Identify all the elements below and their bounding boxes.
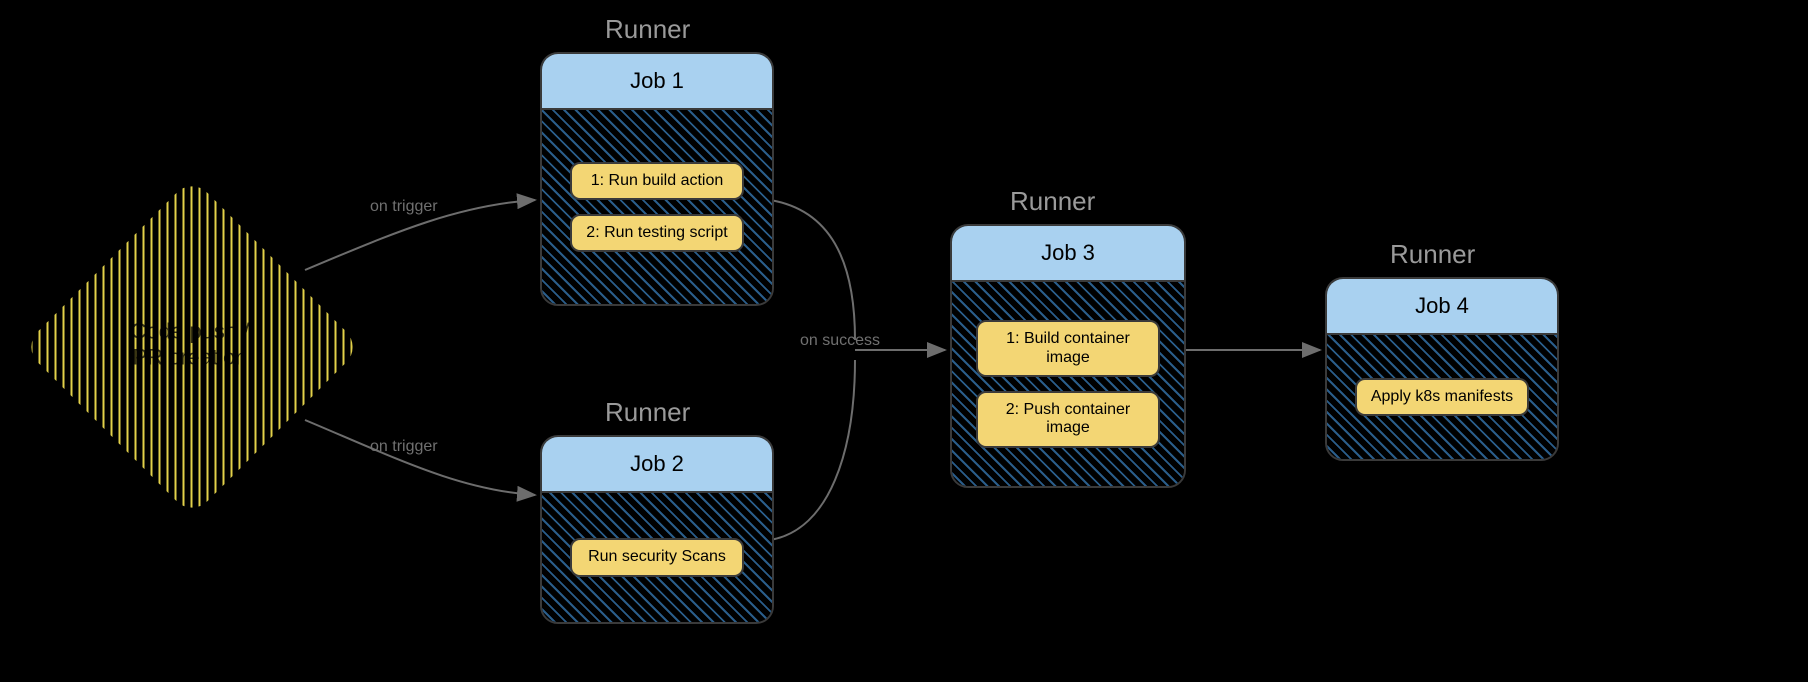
job1-step-2: 2: Run testing script — [570, 214, 744, 252]
job1-title: Job 1 — [542, 54, 772, 110]
job3-title: Job 3 — [952, 226, 1184, 282]
edge-label-trigger-job1: on trigger — [370, 198, 438, 216]
job2-step-1: Run security Scans — [570, 538, 744, 576]
job3-step-2: 2: Push container image — [976, 391, 1160, 448]
job4-title: Job 4 — [1327, 279, 1557, 335]
runner-label-job4: Runner — [1390, 239, 1475, 270]
runner-label-job3: Runner — [1010, 186, 1095, 217]
runner-label-job2: Runner — [605, 397, 690, 428]
job2-card: Job 2 Run security Scans — [540, 435, 774, 624]
edge-label-on-success: on success — [800, 332, 880, 350]
job1-card: Job 1 1: Run build action 2: Run testing… — [540, 52, 774, 306]
edge-label-trigger-job2: on trigger — [370, 438, 438, 456]
job4-step-1: Apply k8s manifests — [1355, 378, 1529, 416]
runner-label-job1: Runner — [605, 14, 690, 45]
job1-body: 1: Run build action 2: Run testing scrip… — [542, 110, 772, 304]
job1-step-1: 1: Run build action — [570, 162, 744, 200]
job4-body: Apply k8s manifests — [1327, 335, 1557, 459]
diagram-canvas: on trigger on trigger on success Code pu… — [0, 0, 1808, 682]
job3-card: Job 3 1: Build container image 2: Push c… — [950, 224, 1186, 488]
job3-body: 1: Build container image 2: Push contain… — [952, 282, 1184, 486]
job3-step-1: 1: Build container image — [976, 320, 1160, 377]
job2-body: Run security Scans — [542, 493, 772, 622]
trigger-shape — [19, 174, 364, 519]
trigger-node: Code push / PR creation — [70, 225, 310, 465]
job4-card: Job 4 Apply k8s manifests — [1325, 277, 1559, 461]
job2-title: Job 2 — [542, 437, 772, 493]
